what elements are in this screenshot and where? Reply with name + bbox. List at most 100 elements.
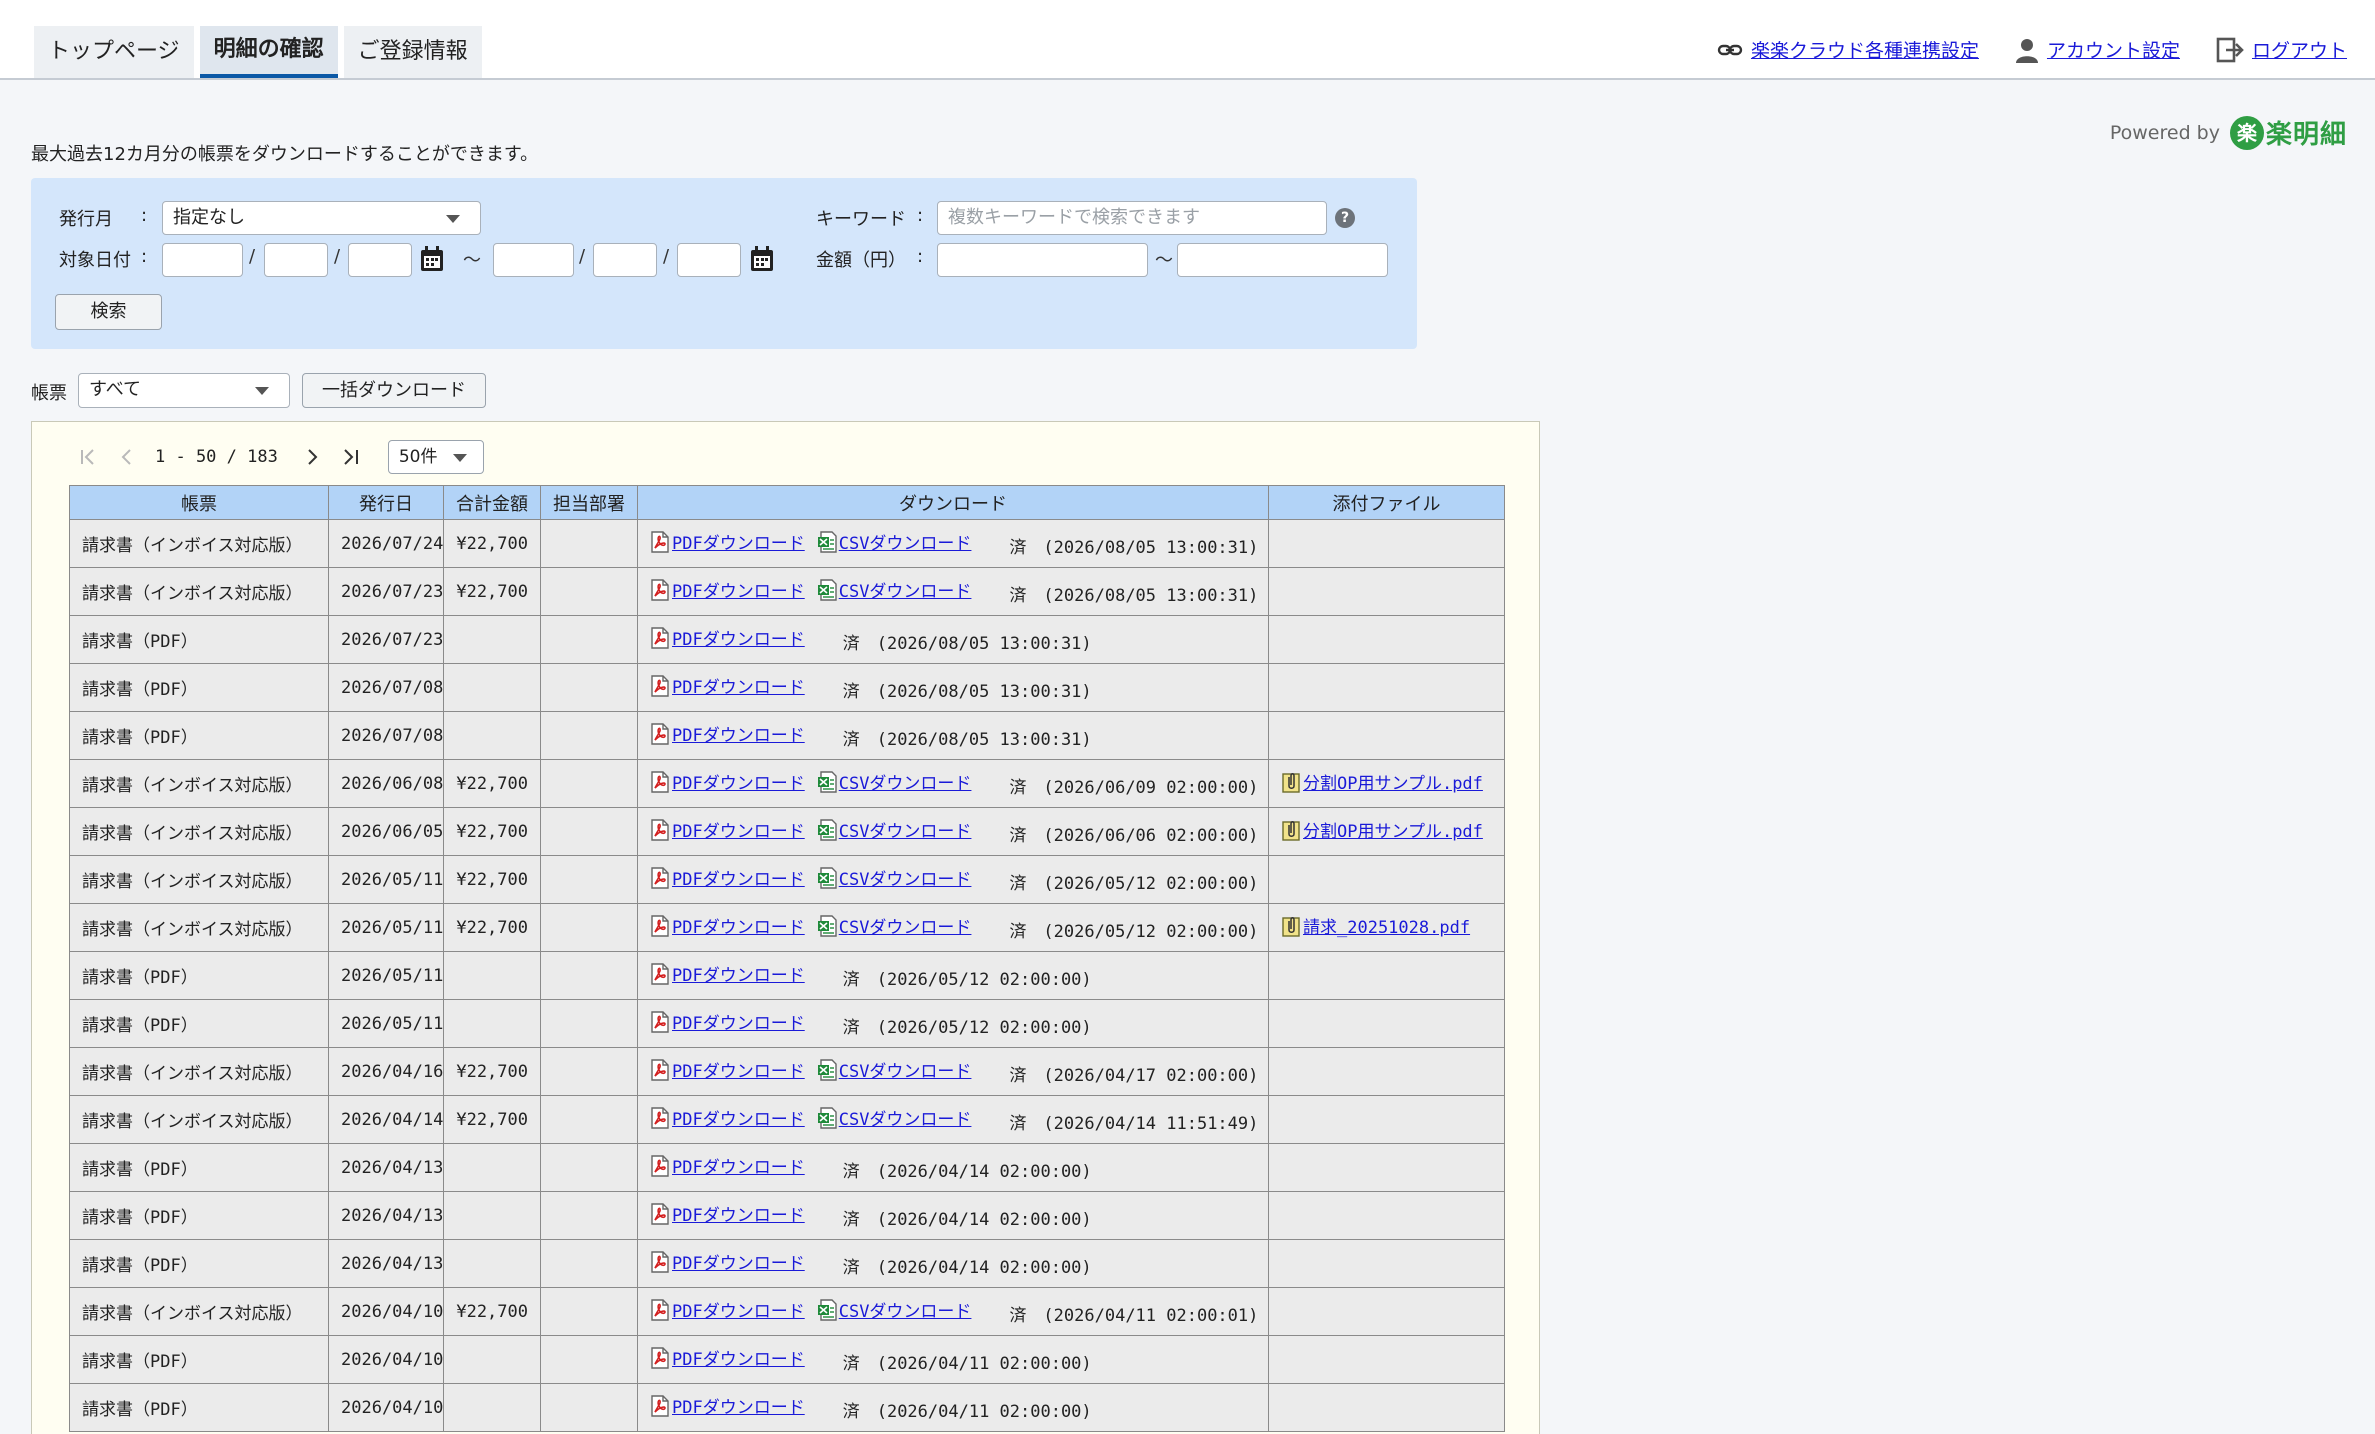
pdf-download-link[interactable]: PDFダウンロード (672, 1393, 805, 1418)
csv-download-link[interactable]: CSVダウンロード (839, 865, 972, 890)
pdf-download-link[interactable]: PDFダウンロード (672, 961, 805, 986)
csv-download[interactable]: CSVダウンロード (817, 1105, 972, 1130)
logout-link[interactable]: ログアウト (2216, 36, 2347, 63)
pdf-download-link[interactable]: PDFダウンロード (672, 913, 805, 938)
integration-settings-link[interactable]: 楽楽クラウド各種連携設定 (1717, 36, 1979, 63)
pdf-download-link[interactable]: PDFダウンロード (672, 865, 805, 890)
pdf-download[interactable]: PDFダウンロード (650, 817, 805, 842)
table-row: 請求書（インボイス対応版） 2026/06/05 ¥22,700 PDFダウンロード C… (69, 807, 1505, 856)
document-cell: 請求書（PDF） (69, 951, 329, 1000)
pdf-download[interactable]: PDFダウンロード (650, 913, 805, 938)
pdf-download-link[interactable]: PDFダウンロード (672, 529, 805, 554)
pdf-download[interactable]: PDFダウンロード (650, 1297, 805, 1322)
prev-page-icon[interactable] (117, 447, 137, 467)
download-status: 済 (2026/04/14 02:00:00) (842, 1209, 1092, 1230)
pdf-download[interactable]: PDFダウンロード (650, 865, 805, 890)
csv-download-link[interactable]: CSVダウンロード (839, 817, 972, 842)
csv-download[interactable]: CSVダウンロード (817, 577, 972, 602)
document-cell: 請求書（PDF） (69, 1335, 329, 1384)
pdf-download[interactable]: PDFダウンロード (650, 625, 805, 650)
pdf-download[interactable]: PDFダウンロード (650, 769, 805, 794)
search-button[interactable]: 検索 (55, 294, 162, 330)
pdf-download[interactable]: PDFダウンロード (650, 1201, 805, 1226)
pdf-download[interactable]: PDFダウンロード (650, 1105, 805, 1130)
pdf-download[interactable]: PDFダウンロード (650, 961, 805, 986)
pdf-download-link[interactable]: PDFダウンロード (672, 1153, 805, 1178)
attachment-file[interactable]: 分割OP用サンプル.pdf (1281, 769, 1483, 794)
pdf-download[interactable]: PDFダウンロード (650, 1057, 805, 1082)
attachment-link[interactable]: 請求_20251028.pdf (1303, 913, 1470, 938)
csv-download-link[interactable]: CSVダウンロード (839, 1057, 972, 1082)
csv-download[interactable]: CSVダウンロード (817, 1297, 972, 1322)
last-page-icon[interactable] (340, 447, 360, 467)
column-header-department[interactable]: 担当部署 (540, 485, 638, 520)
help-icon[interactable]: ? (1335, 208, 1355, 228)
date-to-day-input[interactable] (677, 243, 741, 277)
per-page-select[interactable]: 50件 (387, 440, 484, 474)
pdf-download-link[interactable]: PDFダウンロード (672, 577, 805, 602)
date-to-year-input[interactable] (493, 243, 574, 277)
pdf-download-link[interactable]: PDFダウンロード (672, 1057, 805, 1082)
pdf-download[interactable]: PDFダウンロード (650, 1393, 805, 1418)
pdf-download-link[interactable]: PDFダウンロード (672, 673, 805, 698)
tab-registration-info[interactable]: ご登録情報 (343, 26, 482, 78)
department-cell (540, 903, 638, 952)
csv-download-link[interactable]: CSVダウンロード (839, 913, 972, 938)
column-header-issue-date[interactable]: 発行日 (328, 485, 444, 520)
tab-top-page[interactable]: トップページ (34, 26, 194, 78)
csv-download-link[interactable]: CSVダウンロード (839, 577, 972, 602)
date-from-day-input[interactable] (348, 243, 412, 277)
pdf-download[interactable]: PDFダウンロード (650, 673, 805, 698)
pdf-download-link[interactable]: PDFダウンロード (672, 1297, 805, 1322)
bulk-download-button[interactable]: 一括ダウンロード (302, 373, 486, 408)
amount-max-input[interactable] (1177, 243, 1388, 277)
pdf-download[interactable]: PDFダウンロード (650, 1009, 805, 1034)
csv-download[interactable]: CSVダウンロード (817, 769, 972, 794)
calendar-icon[interactable] (750, 246, 774, 272)
pdf-download[interactable]: PDFダウンロード (650, 1249, 805, 1274)
pdf-download-link[interactable]: PDFダウンロード (672, 817, 805, 842)
attachment-file[interactable]: 分割OP用サンプル.pdf (1281, 817, 1483, 842)
csv-download[interactable]: CSVダウンロード (817, 529, 972, 554)
keyword-input[interactable]: 複数キーワードで検索できます (937, 201, 1327, 235)
attachment-link[interactable]: 分割OP用サンプル.pdf (1303, 817, 1483, 842)
date-from-year-input[interactable] (162, 243, 243, 277)
pdf-download-link[interactable]: PDFダウンロード (672, 769, 805, 794)
csv-download-link[interactable]: CSVダウンロード (839, 769, 972, 794)
csv-download-link[interactable]: CSVダウンロード (839, 1105, 972, 1130)
pdf-download-link[interactable]: PDFダウンロード (672, 1009, 805, 1034)
brand-mark-icon: 楽 (2229, 115, 2264, 150)
column-header-total-amount[interactable]: 合計金額 (443, 485, 541, 520)
csv-download[interactable]: CSVダウンロード (817, 913, 972, 938)
attachment-file[interactable]: 請求_20251028.pdf (1281, 913, 1470, 938)
csv-download-link[interactable]: CSVダウンロード (839, 529, 972, 554)
issue-month-select[interactable]: 指定なし (162, 201, 481, 235)
pdf-download[interactable]: PDFダウンロード (650, 529, 805, 554)
next-page-icon[interactable] (302, 447, 322, 467)
csv-download-link[interactable]: CSVダウンロード (839, 1297, 972, 1322)
calendar-icon[interactable] (420, 246, 444, 272)
account-settings-link[interactable]: アカウント設定 (2015, 36, 2180, 63)
pdf-download[interactable]: PDFダウンロード (650, 577, 805, 602)
pdf-download-link[interactable]: PDFダウンロード (672, 1345, 805, 1370)
csv-download[interactable]: CSVダウンロード (817, 1057, 972, 1082)
pdf-download-link[interactable]: PDFダウンロード (672, 1201, 805, 1226)
column-header-document[interactable]: 帳票 (69, 485, 329, 520)
pdf-download[interactable]: PDFダウンロード (650, 721, 805, 746)
pdf-download-link[interactable]: PDFダウンロード (672, 625, 805, 650)
document-type-select[interactable]: すべて (78, 373, 290, 408)
tab-statement-check[interactable]: 明細の確認 (199, 26, 338, 78)
pdf-download[interactable]: PDFダウンロード (650, 1345, 805, 1370)
pdf-download[interactable]: PDFダウンロード (650, 1153, 805, 1178)
csv-download[interactable]: CSVダウンロード (817, 865, 972, 890)
first-page-icon[interactable] (79, 447, 99, 467)
date-to-month-input[interactable] (593, 243, 657, 277)
csv-download[interactable]: CSVダウンロード (817, 817, 972, 842)
pdf-download-link[interactable]: PDFダウンロード (672, 1105, 805, 1130)
amount-min-input[interactable] (937, 243, 1148, 277)
pdf-download-link[interactable]: PDFダウンロード (672, 721, 805, 746)
attachment-link[interactable]: 分割OP用サンプル.pdf (1303, 769, 1483, 794)
date-from-month-input[interactable] (264, 243, 328, 277)
pdf-download-link[interactable]: PDFダウンロード (672, 1249, 805, 1274)
amount-cell (443, 1143, 541, 1192)
